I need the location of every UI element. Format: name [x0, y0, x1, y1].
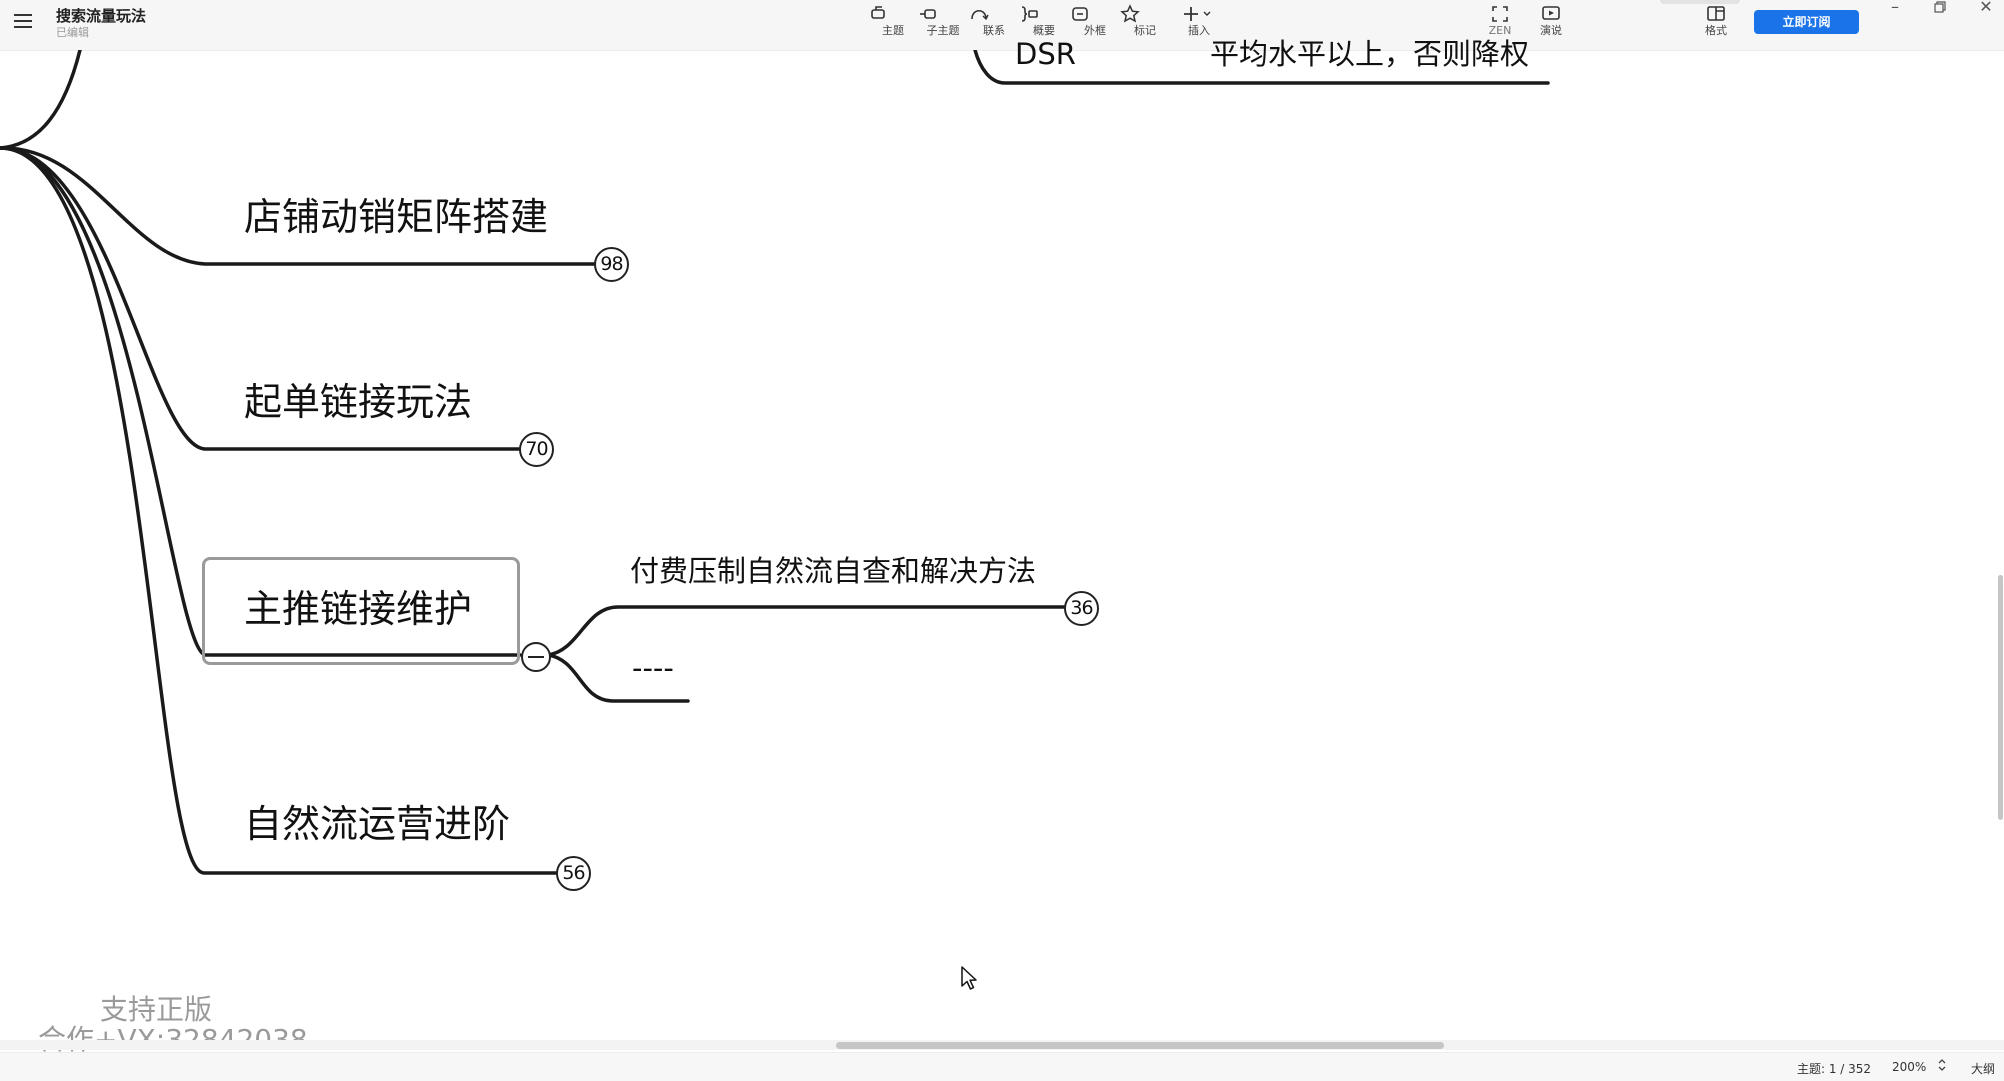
collapsed-count-badge[interactable]: 98 — [594, 247, 629, 282]
tool-topic-button[interactable]: 主题 — [868, 3, 918, 47]
present-button[interactable]: 演说 — [1526, 3, 1576, 47]
format-panel-button[interactable]: 格式 — [1691, 3, 1741, 47]
tab-strip-fragment — [1660, 0, 1740, 4]
minimize-icon[interactable]: – — [1884, 0, 1906, 16]
tool-subtopic-button[interactable]: 子主题 — [918, 3, 968, 47]
collapsed-count-badge[interactable]: 36 — [1064, 591, 1099, 626]
tool-marker-label: 标记 — [1134, 24, 1156, 37]
top-toolbar: 搜索流量玩法 已编辑 主题 子主题 联系 概要 外框 标记 插入 ZEN 演说 … — [0, 0, 2004, 51]
format-panel-label: 格式 — [1705, 24, 1727, 37]
topic-count: 主题: 1 / 352 — [1797, 1062, 1872, 1076]
partial-node-dsr[interactable]: DSR — [1015, 36, 1076, 72]
document-title: 搜索流量玩法 — [56, 7, 147, 25]
collapsed-count-badge[interactable]: 70 — [519, 432, 554, 467]
branch-node-main-link-maintenance[interactable]: 主推链接维护 — [244, 586, 472, 632]
panel-icon — [1707, 6, 1725, 21]
boundary-icon — [1072, 7, 1088, 21]
mouse-pointer-icon — [961, 966, 977, 990]
partial-node-dsr-description[interactable]: 平均水平以上，否则降权 — [1210, 36, 1529, 72]
subtopic-icon — [920, 9, 936, 19]
star-icon — [1120, 4, 1140, 23]
tool-topic-label: 主题 — [882, 24, 904, 37]
present-label: 演说 — [1540, 24, 1562, 37]
hamburger-menu-icon[interactable] — [12, 10, 34, 32]
branch-node-starter-link-play[interactable]: 起单链接玩法 — [244, 379, 472, 425]
close-icon[interactable]: ✕ — [1975, 0, 1997, 16]
collapsed-count-badge[interactable]: 56 — [556, 856, 591, 891]
tool-boundary-button[interactable]: 外框 — [1070, 3, 1120, 47]
restore-icon[interactable] — [1929, 0, 1951, 16]
branch-node-natural-flow-advanced[interactable]: 自然流运营进阶 — [244, 801, 510, 847]
zoom-stepper-icon[interactable] — [1937, 1057, 1947, 1076]
tool-subtopic-label: 子主题 — [926, 24, 960, 37]
tool-relationship-button[interactable]: 联系 — [969, 3, 1019, 47]
branch-node-shop-sales-matrix[interactable]: 店铺动销矩阵搭建 — [244, 194, 548, 240]
subnode-placeholder[interactable]: ---- — [632, 650, 674, 686]
mindmap-canvas[interactable]: DSR 平均水平以上，否则降权 店铺动销矩阵搭建 98 起单链接玩法 70 主推… — [0, 37, 2004, 1045]
vertical-scrollbar-thumb[interactable] — [1998, 575, 2003, 820]
topic-icon — [871, 6, 885, 19]
outline-view-button[interactable]: 大纲 — [1971, 1060, 1995, 1077]
subscribe-button[interactable]: 立即订阅 — [1754, 10, 1859, 34]
horizontal-scrollbar-thumb[interactable] — [836, 1042, 1444, 1049]
subnode-paid-suppression-check[interactable]: 付费压制自然流自查和解决方法 — [630, 553, 1036, 589]
collapse-toggle-icon[interactable] — [521, 642, 551, 672]
fullscreen-icon — [1492, 6, 1508, 22]
summary-icon — [1021, 6, 1038, 22]
tool-marker-button[interactable]: 标记 — [1120, 3, 1170, 47]
tool-relationship-label: 联系 — [983, 24, 1005, 37]
relationship-icon — [971, 9, 989, 21]
status-bar: 主题: 1 / 352 200% 大纲 — [0, 1052, 2004, 1081]
zoom-level[interactable]: 200% — [1892, 1060, 1926, 1074]
document-status: 已编辑 — [56, 26, 89, 39]
tool-boundary-label: 外框 — [1084, 24, 1106, 37]
presentation-icon — [1542, 6, 1560, 20]
plus-icon — [1184, 7, 1211, 21]
